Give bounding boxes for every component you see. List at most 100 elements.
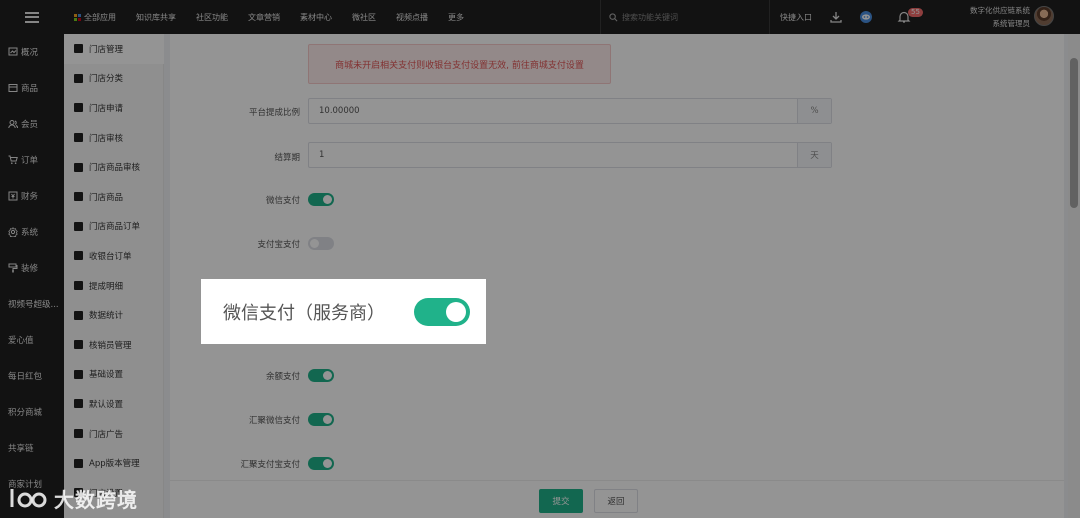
finance-icon [8,191,18,201]
subnav-store-application[interactable]: 门店申请 [64,93,164,123]
subnav-label: 门店商品 [89,192,124,203]
sidebar-item-label: 订单 [21,156,39,166]
payment-alert[interactable]: 商城未开启相关支付则收银台支付设置无效, 前往商城支付设置 [308,44,611,84]
back-button[interactable]: 返回 [594,489,638,513]
overview-icon [8,47,18,56]
subnav-store-goods-review[interactable]: 门店商品审核 [64,152,164,182]
wechat-pay-switch[interactable] [308,193,334,206]
top-nav-label: 素材中心 [300,12,332,22]
subnav-store-ads[interactable]: 门店广告 [64,419,164,449]
subnav-store-review[interactable]: 门店审核 [64,123,164,153]
sidebar-item-member[interactable]: 会员 [0,106,64,142]
top-right: 快捷入口 [780,0,812,34]
commission-input[interactable] [319,99,789,123]
top-nav-more[interactable]: 更多 [448,12,464,23]
sidebar-item-daily-red-packet[interactable]: 每日红包 [0,358,64,394]
subnav-basic-settings[interactable]: 基础设置 [64,360,164,390]
top-nav-label: 文章营销 [248,12,280,22]
sidebar-item-label: 商品 [21,84,39,94]
sidebar-item-label: 爱心值 [8,336,34,346]
subnav-store-management[interactable]: 门店管理 [64,34,164,64]
subnav-data-statistics[interactable]: 数据统计 [64,300,164,330]
top-nav-knowledge[interactable]: 知识库共享 [136,12,176,23]
balance-pay-switch[interactable] [308,369,334,382]
notification-badge: 55 [908,8,923,17]
subnav-label: App版本管理 [89,459,140,470]
subnav-store-category[interactable]: 门店分类 [64,64,164,94]
sidebar-item-points-mall[interactable]: 积分商城 [0,394,64,430]
sidebar-item-label: 共享链 [8,444,34,454]
joinpay-alipay-switch[interactable] [308,457,334,470]
brush-icon [8,263,18,273]
avatar[interactable] [1034,6,1054,26]
gears-icon [74,458,83,468]
subnav-label: 门店商品审核 [89,163,141,174]
sidebar-item-label: 视频号超级... [8,300,59,310]
settlement-field: 天 [308,142,832,168]
top-nav-all-apps[interactable]: 全部应用 [74,12,116,23]
top-nav-article[interactable]: 文章营销 [248,12,280,23]
sidebar-item-goods[interactable]: 商品 [0,70,64,106]
subnav-label: 门店申请 [89,103,124,114]
subnav-app-version[interactable]: App版本管理 [64,448,164,478]
subnav-label: 门店商品订单 [89,222,141,233]
clipboard-icon [74,221,83,231]
subnav-label: 门店分类 [89,74,124,85]
subnav-store-goods-orders[interactable]: 门店商品订单 [64,212,164,242]
search-icon [609,12,618,21]
top-nav-community[interactable]: 社区功能 [196,12,228,23]
top-nav-micro-community[interactable]: 微社区 [352,12,376,23]
subnav-label: 默认设置 [89,399,124,410]
sidebar-item-video-channel[interactable]: 视频号超级... [0,286,64,322]
submit-button[interactable]: 提交 [539,489,583,513]
watermark-text: 大数跨境 [54,487,138,512]
sidebar-item-label: 概况 [21,48,39,58]
sidebar-item-orders[interactable]: 订单 [0,142,64,178]
settlement-input[interactable] [319,143,789,167]
wechat-pay-service-provider-switch[interactable] [414,298,470,326]
check-folder-icon [74,162,83,172]
sidebar-item-decoration[interactable]: 装修 [0,250,64,286]
category-icon [74,73,83,83]
quick-entry-link[interactable]: 快捷入口 [780,12,812,23]
joinpay-alipay-label: 汇聚支付宝支付 [240,460,300,470]
subnav-cashier-orders[interactable]: 收银台订单 [64,241,164,271]
book-icon [74,281,83,291]
sidebar-item-system[interactable]: 系统 [0,214,64,250]
alipay-switch[interactable] [308,237,334,250]
user-role: 系统管理员 [992,19,1031,28]
subnav-commission-details[interactable]: 提成明细 [64,271,164,301]
commission-label: 平台提成比例 [248,108,300,118]
top-nav-label: 知识库共享 [136,12,176,22]
top-nav-label: 更多 [448,12,464,22]
chat-bot-icon[interactable] [859,10,873,24]
sidebar-item-label: 装修 [21,264,39,274]
receipt-icon [74,251,83,261]
highlight-callout: 微信支付（服务商） [201,279,486,344]
sidebar-item-label: 每日红包 [8,372,43,382]
top-nav-material[interactable]: 素材中心 [300,12,332,23]
sidebar-item-share-chain[interactable]: 共享链 [0,430,64,466]
search-input[interactable] [622,12,762,22]
joinpay-wechat-switch[interactable] [308,413,334,426]
primary-sidebar: 概况 商品 会员 订单 财务 系统 装修 视频号超级... 爱心值 每日红包 积… [0,34,64,518]
download-icon[interactable] [829,10,843,24]
secondary-sidebar: 门店管理 门店分类 门店申请 门店审核 门店商品审核 门店商品 门店商品订单 收… [64,34,164,518]
sidebar-item-overview[interactable]: 概况 [0,34,64,70]
subnav-label: 门店审核 [89,133,124,144]
wechat-pay-label: 微信支付 [265,196,300,206]
top-nav-video[interactable]: 视频点播 [396,12,428,23]
subnav-store-goods[interactable]: 门店商品 [64,182,164,212]
user-info[interactable]: 数字化供应链系统 系统管理员 [960,4,1030,30]
sidebar-item-finance[interactable]: 财务 [0,178,64,214]
wechat-pay-service-provider-label: 微信支付（服务商） [223,303,385,324]
scrollbar-thumb[interactable] [1070,58,1078,208]
menu-toggle-button[interactable] [0,0,64,34]
subnav-default-settings[interactable]: 默认设置 [64,389,164,419]
settlement-suffix: 天 [797,143,831,167]
subnav-label: 门店管理 [89,44,124,55]
settlement-label: 结算期 [274,153,300,163]
search-box [600,0,770,34]
sidebar-item-love-value[interactable]: 爱心值 [0,322,64,358]
subnav-verifier-management[interactable]: 核销员管理 [64,330,164,360]
